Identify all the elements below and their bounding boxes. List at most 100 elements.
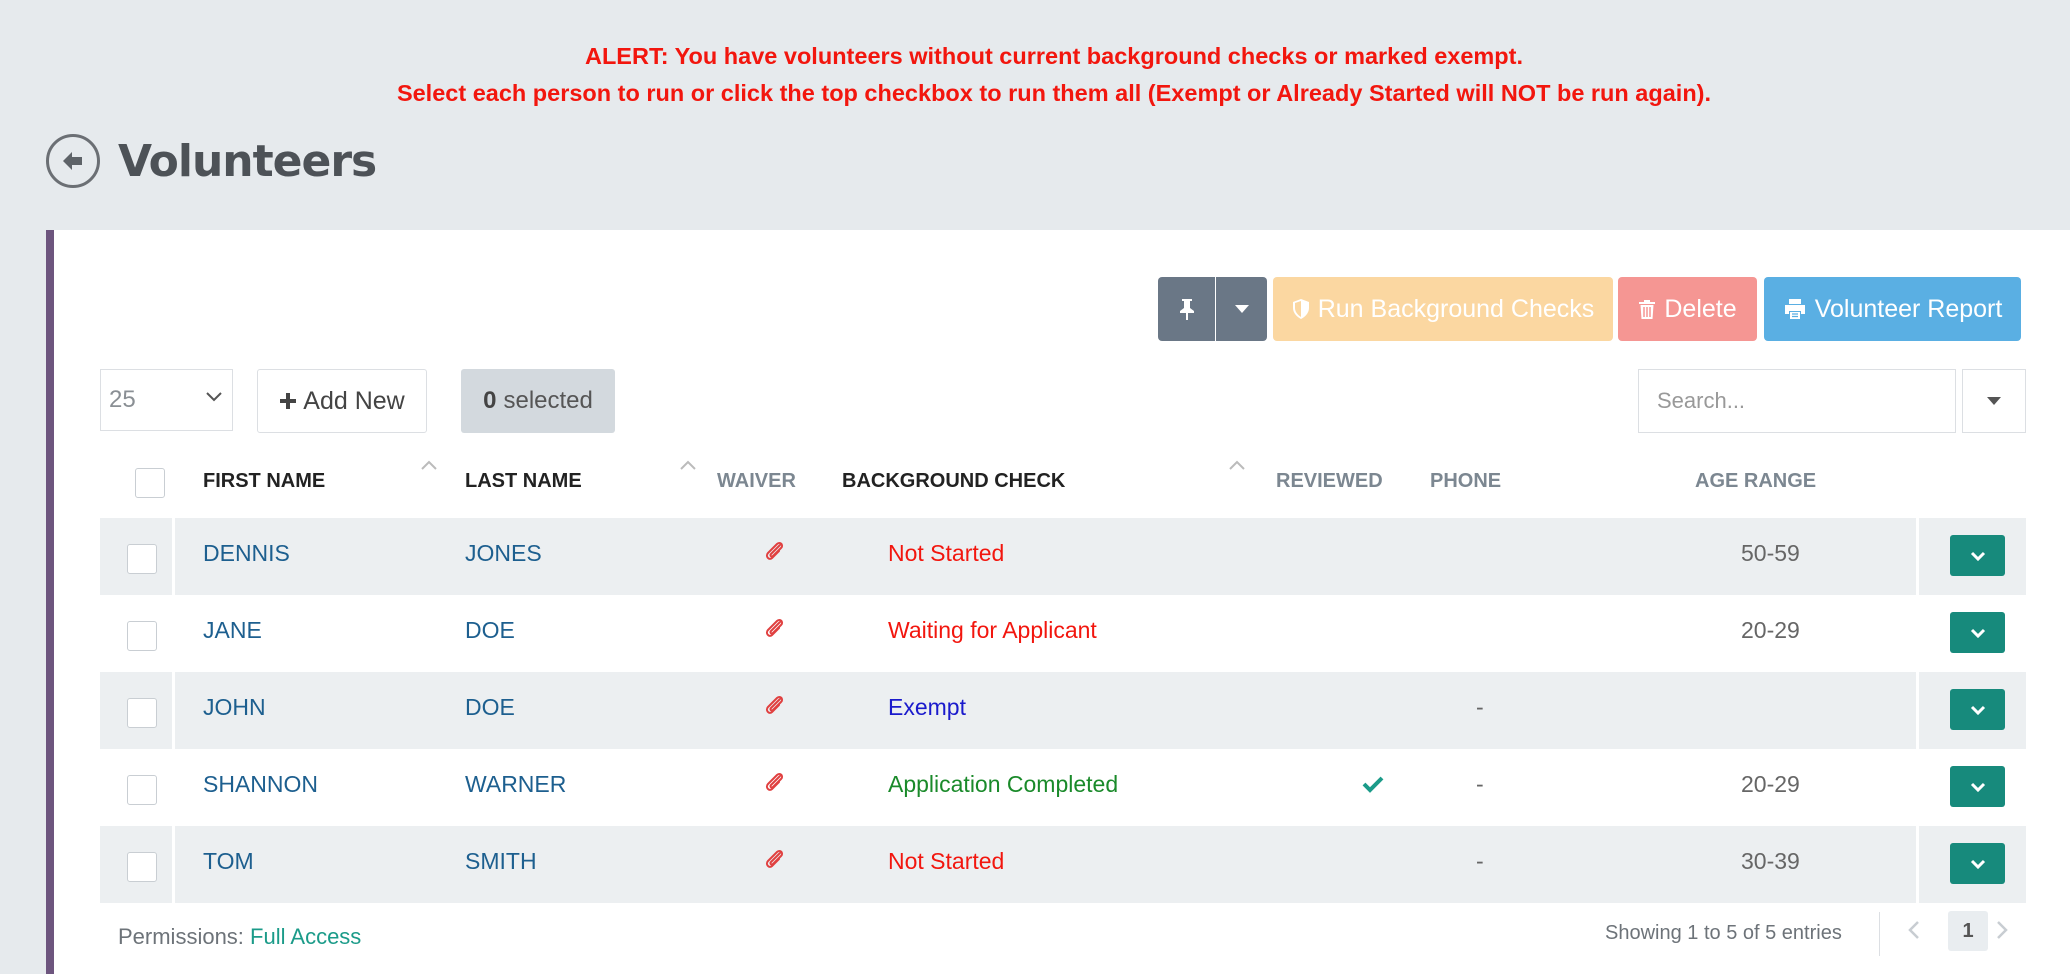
column-header-reviewed: Reviewed <box>1276 470 1383 492</box>
permissions-label: Permissions: <box>118 924 244 949</box>
add-new-label: Add New <box>303 386 405 415</box>
first-name-link[interactable]: SHANNON <box>203 749 318 826</box>
pin-button[interactable] <box>1158 277 1215 341</box>
page-size-select[interactable]: 25 <box>100 369 233 431</box>
chevron-right-icon[interactable] <box>1996 920 2008 940</box>
selected-label: selected <box>503 387 593 414</box>
entries-info: Showing 1 to 5 of 5 entries <box>1605 922 1842 944</box>
table-row: SHANNON WARNER Application Completed - 2… <box>100 749 2026 826</box>
sort-up-icon[interactable] <box>679 459 697 471</box>
row-actions-button[interactable] <box>1950 535 2005 576</box>
alert-line-1: ALERT: You have volunteers without curre… <box>584 43 1524 69</box>
column-header-background-check[interactable]: Background Check <box>842 470 1065 493</box>
background-check-status: Not Started <box>888 848 1005 874</box>
paperclip-icon[interactable] <box>765 848 785 870</box>
first-name-link[interactable]: TOM <box>203 826 254 903</box>
row-divider <box>172 672 175 749</box>
column-header-age-range: Age Range <box>1695 470 1817 492</box>
last-name-link[interactable]: DOE <box>465 672 515 749</box>
chevron-down-icon <box>1970 705 1985 715</box>
shield-icon <box>1292 299 1309 319</box>
chevron-left-icon[interactable] <box>1908 920 1920 940</box>
table-row: DENNIS JONES Not Started 50-59 <box>100 518 2026 595</box>
trash-icon <box>1639 299 1656 319</box>
delete-label: Delete <box>1664 294 1737 323</box>
row-checkbox[interactable] <box>127 852 157 882</box>
row-actions-button[interactable] <box>1950 843 2005 884</box>
age-range-value: 30-39 <box>1741 848 1800 874</box>
chevron-down-icon <box>1970 551 1985 561</box>
row-actions-button[interactable] <box>1950 766 2005 807</box>
permissions-info: Permissions: Full Access <box>118 924 361 950</box>
search-options-dropdown[interactable] <box>1962 369 2026 433</box>
background-check-status: Waiting for Applicant <box>888 617 1097 643</box>
column-header-first-name[interactable]: First Name <box>203 470 325 493</box>
age-range-value: 20-29 <box>1741 617 1800 643</box>
row-divider <box>1916 672 1919 749</box>
page-title: Volunteers <box>118 135 377 187</box>
row-divider <box>1916 826 1919 903</box>
caret-down-icon <box>1234 305 1249 313</box>
delete-button[interactable]: Delete <box>1618 277 1757 341</box>
row-actions-button[interactable] <box>1950 612 2005 653</box>
row-checkbox[interactable] <box>127 544 157 574</box>
column-header-waiver: Waiver <box>717 470 796 492</box>
background-check-status: Exempt <box>888 694 966 720</box>
caret-down-icon <box>1987 397 2001 405</box>
row-checkbox[interactable] <box>127 698 157 728</box>
run-background-checks-label: Run Background Checks <box>1317 294 1595 323</box>
alert-line-2: Select each person to run or click the t… <box>396 80 1712 106</box>
column-header-phone: Phone <box>1430 470 1502 492</box>
table-row: JANE DOE Waiting for Applicant 20-29 <box>100 595 2026 672</box>
first-name-link[interactable]: JOHN <box>203 672 266 749</box>
run-background-checks-button[interactable]: Run Background Checks <box>1273 277 1613 341</box>
reviewed-check-icon <box>1362 776 1384 793</box>
last-name-link[interactable]: SMITH <box>465 826 537 903</box>
paperclip-icon[interactable] <box>765 771 785 793</box>
first-name-link[interactable]: JANE <box>203 595 262 672</box>
add-new-button[interactable]: Add New <box>257 369 427 433</box>
volunteer-report-label: Volunteer Report <box>1814 294 2003 323</box>
last-name-link[interactable]: DOE <box>465 595 515 672</box>
row-divider <box>1916 518 1919 595</box>
paperclip-icon[interactable] <box>765 540 785 562</box>
row-checkbox[interactable] <box>127 775 157 805</box>
page-size-value: 25 <box>109 386 136 413</box>
background-check-status: Not Started <box>888 540 1005 566</box>
paperclip-icon[interactable] <box>765 617 785 639</box>
first-name-link[interactable]: DENNIS <box>203 518 290 595</box>
search-input[interactable] <box>1638 369 1956 433</box>
plus-icon <box>280 393 297 409</box>
permissions-value-link[interactable]: Full Access <box>250 924 361 949</box>
row-divider <box>172 826 175 903</box>
table-row: JOHN DOE Exempt - <box>100 672 2026 749</box>
sort-up-icon[interactable] <box>420 459 438 471</box>
paperclip-icon[interactable] <box>765 694 785 716</box>
row-divider <box>172 518 175 595</box>
chevron-down-icon <box>1970 782 1985 792</box>
arrow-left-icon <box>63 152 82 170</box>
row-checkbox[interactable] <box>127 621 157 651</box>
row-actions-button[interactable] <box>1950 689 2005 730</box>
phone-value: - <box>1476 694 1484 720</box>
last-name-link[interactable]: WARNER <box>465 749 566 826</box>
column-header-last-name[interactable]: Last Name <box>465 470 582 493</box>
chevron-down-icon <box>1970 628 1985 638</box>
pin-dropdown-button[interactable] <box>1216 277 1267 341</box>
background-check-status: Application Completed <box>888 771 1119 797</box>
volunteer-report-button[interactable]: Volunteer Report <box>1764 277 2021 341</box>
sort-up-icon[interactable] <box>1228 459 1246 471</box>
background-check-alert: ALERT: You have volunteers without curre… <box>0 38 2070 112</box>
volunteers-card: Run Background Checks Delete Volunteer R… <box>46 230 2070 974</box>
phone-value: - <box>1476 771 1484 797</box>
pagination-page-1[interactable]: 1 <box>1948 911 1988 951</box>
select-all-checkbox[interactable] <box>135 468 165 498</box>
age-range-value: 50-59 <box>1741 540 1800 566</box>
pin-icon <box>1179 299 1194 320</box>
table-row: TOM SMITH Not Started - 30-39 <box>100 826 2026 903</box>
back-button[interactable] <box>46 134 100 188</box>
pagination-divider <box>1879 912 1880 956</box>
last-name-link[interactable]: JONES <box>465 518 542 595</box>
page-header: Volunteers <box>46 134 377 188</box>
selected-count-button[interactable]: 0 selected <box>461 369 615 433</box>
